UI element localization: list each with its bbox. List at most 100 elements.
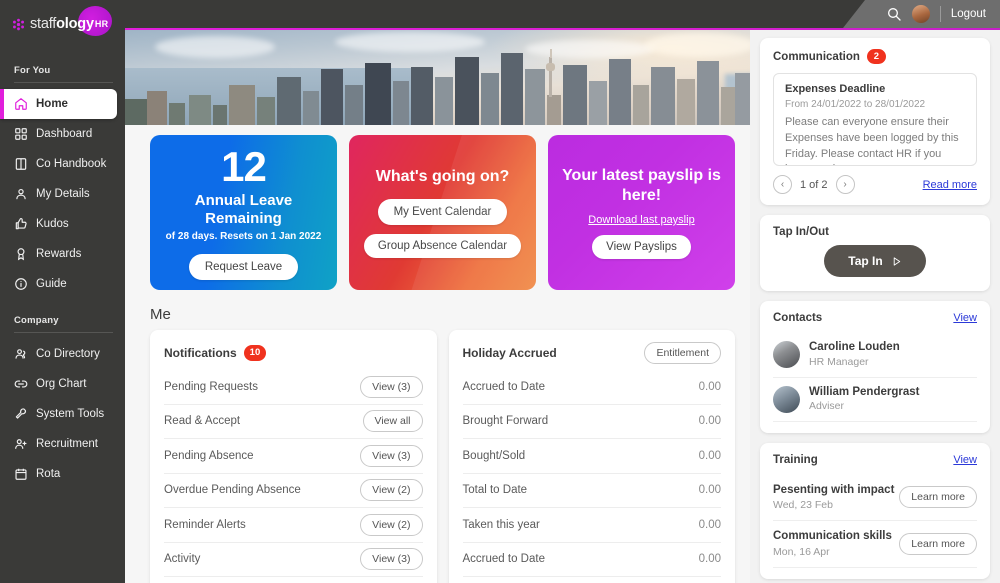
whats-going-on-card: What's going on? My Event Calendar Group…: [349, 135, 536, 290]
request-leave-button[interactable]: Request Leave: [188, 253, 299, 280]
contact-role: HR Manager: [809, 356, 869, 369]
training-title: Training: [773, 453, 818, 466]
sidebar-item-dashboard[interactable]: Dashboard: [0, 119, 117, 149]
sidebar-item-label-system-tools: System Tools: [36, 408, 105, 420]
avatar[interactable]: [911, 5, 930, 23]
sidebar-item-guide[interactable]: Guide: [0, 269, 117, 299]
notification-view-button[interactable]: View (3): [360, 375, 423, 398]
training-panel: Training View Pesenting with impact Wed,…: [760, 442, 990, 579]
chevron-right-icon[interactable]: ›: [835, 175, 855, 195]
city-skyline-banner: [125, 30, 750, 125]
contact-name: Caroline Louden: [809, 341, 900, 354]
contact-avatar: [773, 341, 800, 369]
notifications-title: Notifications: [164, 345, 237, 360]
communication-pager: ‹ 1 of 2 ›: [773, 175, 855, 195]
sidebar-item-recruitment[interactable]: Recruitment: [0, 429, 117, 459]
contact-avatar: [773, 385, 800, 413]
notification-view-button[interactable]: View (3): [360, 444, 423, 467]
read-more-link[interactable]: Read more: [923, 179, 977, 191]
people-icon: [14, 347, 28, 361]
sidebar-item-home[interactable]: Home: [0, 89, 117, 119]
sidebar-item-co-directory[interactable]: Co Directory: [0, 339, 117, 369]
whats-going-on-heading: What's going on?: [375, 168, 510, 185]
holiday-header: Holiday Accrued Entitlement: [463, 342, 721, 364]
notification-label: Reminder Alerts: [164, 518, 246, 531]
sidebar-item-rewards[interactable]: Rewards: [0, 239, 117, 269]
sidebar-item-label-rota: Rota: [36, 468, 61, 480]
tap-button-wrap: Tap In: [773, 238, 977, 280]
table-row: Total to Date 0.00: [462, 474, 721, 508]
payslip-heading: Your latest payslip is here!: [562, 167, 721, 204]
brand-name-bold: ology: [56, 16, 94, 32]
communication-item[interactable]: Expenses Deadline From 24/01/2022 to 28/…: [773, 73, 977, 167]
communication-header: Communication 2: [773, 49, 977, 65]
contacts-title: Contacts: [773, 312, 823, 325]
annual-leave-heading: Annual Leave Remaining: [194, 191, 293, 227]
training-view-link[interactable]: View: [953, 454, 977, 466]
sidebar-section-label-company: Company: [14, 315, 59, 326]
training-name: Pesenting with impact: [773, 483, 895, 496]
holiday-label: Bought/Sold: [462, 449, 526, 462]
sidebar-nav-for-you: Home Dashboard Co Handbook My Details Ku…: [0, 89, 125, 299]
person-icon: [14, 187, 28, 201]
list-item[interactable]: Caroline Louden HR Manager: [773, 333, 977, 378]
list-item[interactable]: William Pendergrast Adviser: [773, 378, 977, 422]
notification-view-button[interactable]: View (2): [360, 513, 423, 536]
tap-in-button[interactable]: Tap In: [824, 245, 926, 278]
sidebar-item-co-handbook[interactable]: Co Handbook: [0, 149, 117, 179]
holiday-label: Brought Forward: [462, 415, 549, 428]
payslip-card: Your latest payslip is here! Download la…: [548, 135, 735, 290]
table-row: Read & Accept View all: [164, 405, 423, 439]
sidebar-nav-company: Co Directory Org Chart System Tools Recr…: [0, 339, 125, 489]
sidebar-section-label-for-you: For You: [14, 65, 51, 76]
learn-more-button[interactable]: Learn more: [899, 533, 977, 556]
list-item: Pesenting with impact Wed, 23 Feb Learn …: [773, 475, 977, 522]
sidebar-section-for-you: For You: [0, 65, 125, 83]
notifications-title-group: Notifications 10: [164, 345, 267, 361]
sidebar-item-kudos[interactable]: Kudos: [0, 209, 117, 239]
chevron-left-icon[interactable]: ‹: [773, 175, 792, 195]
contact-role: Adviser: [809, 400, 845, 413]
notifications-header: Notifications 10: [164, 342, 423, 364]
list-item: Communication skills Mon, 16 Apr Learn m…: [773, 521, 977, 568]
my-event-calendar-button[interactable]: My Event Calendar: [377, 199, 508, 225]
contact-info: William Pendergrast Adviser: [809, 385, 919, 414]
view-payslips-button[interactable]: View Payslips: [592, 235, 691, 259]
training-info: Communication skills Mon, 16 Apr: [773, 529, 892, 559]
tap-in-label: Tap In: [848, 254, 883, 269]
feature-cards: 12 Annual Leave Remaining of 28 days. Re…: [125, 125, 750, 290]
top-header: Logout: [125, 0, 1000, 28]
sidebar-item-rota[interactable]: Rota: [0, 459, 117, 489]
annual-leave-card: 12 Annual Leave Remaining of 28 days. Re…: [150, 135, 337, 290]
table-row: Pending Absence View (3): [164, 439, 423, 474]
sidebar-item-system-tools[interactable]: System Tools: [0, 399, 117, 429]
sidebar-section-company: Company: [0, 315, 125, 333]
entitlement-button[interactable]: Entitlement: [644, 342, 721, 364]
sidebar-item-label-co-directory: Co Directory: [36, 348, 100, 360]
group-absence-calendar-button[interactable]: Group Absence Calendar: [363, 234, 522, 258]
sidebar-item-org-chart[interactable]: Org Chart: [0, 369, 117, 399]
notification-view-button[interactable]: View (3): [360, 548, 423, 571]
thumbs-up-icon: [14, 217, 28, 231]
notification-label: Read & Accept: [164, 415, 241, 428]
me-panels: Notifications 10 Pending Requests View (…: [125, 330, 750, 583]
download-last-payslip-link[interactable]: Download last payslip: [588, 214, 694, 226]
sidebar-item-my-details[interactable]: My Details: [0, 179, 117, 209]
training-date: Wed, 23 Feb: [773, 499, 833, 512]
contacts-view-link[interactable]: View: [953, 312, 977, 324]
brand-logo[interactable]: staffology HR: [0, 0, 125, 48]
sidebar-item-label-co-handbook: Co Handbook: [36, 158, 107, 170]
main-right-column: Communication 2 Expenses Deadline From 2…: [750, 30, 1000, 583]
info-icon: [14, 277, 28, 291]
table-row: Overdue Pending Absence View (2): [164, 474, 423, 508]
notification-view-button[interactable]: View (2): [360, 479, 423, 502]
notification-view-button[interactable]: View all: [362, 410, 423, 433]
learn-more-button[interactable]: Learn more: [899, 486, 977, 509]
holiday-value: 0.00: [698, 380, 721, 393]
notification-label: Pending Requests: [164, 380, 258, 393]
search-icon[interactable]: [886, 6, 902, 22]
wrench-icon: [14, 407, 28, 421]
contact-name: William Pendergrast: [809, 385, 920, 398]
logout-button[interactable]: Logout: [951, 8, 990, 20]
communication-item-body: Please can everyone ensure their Expense…: [785, 116, 959, 165]
